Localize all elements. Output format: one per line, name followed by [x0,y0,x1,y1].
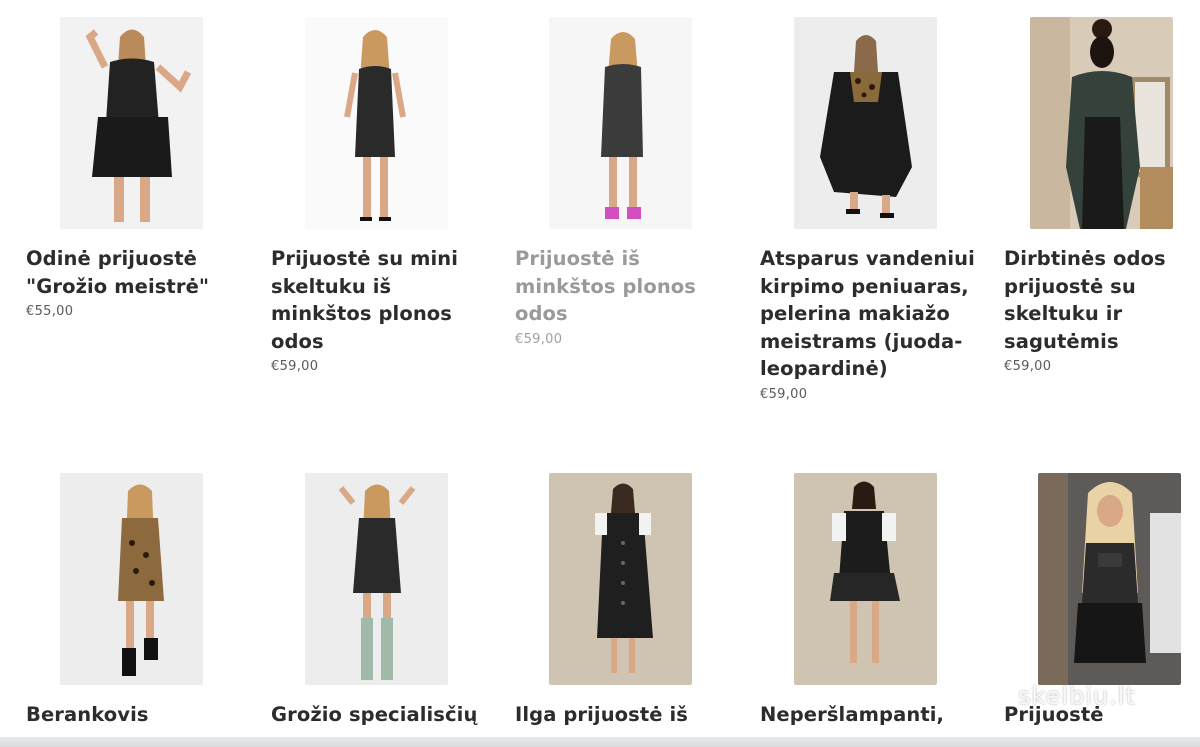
product-card[interactable]: Berankovis [26,473,246,729]
product-price: €55,00 [26,304,74,319]
product-title[interactable]: Prijuostė su mini skeltuku iš minkštos p… [271,245,486,355]
product-image[interactable] [1030,17,1173,229]
product-title[interactable]: Ilga prijuostė iš [515,701,730,729]
product-card[interactable]: Odinė prijuostė "Grožio meistrė" €55,00 [26,17,246,319]
product-card[interactable]: Prijuostė iš minkštos plonos odos €59,00 [515,17,735,347]
product-card[interactable]: Atsparus vandeniui kirpimo peniuaras, pe… [760,17,980,402]
product-price: €59,00 [515,331,563,347]
product-image[interactable] [549,17,692,229]
product-title[interactable]: Odinė prijuostė "Grožio meistrė" [26,245,241,300]
product-image[interactable] [60,473,203,685]
product-price: €59,00 [1004,359,1052,374]
product-price: €59,00 [271,359,319,374]
product-card[interactable]: Ilga prijuostė iš [515,473,735,729]
product-card[interactable]: Prijuostė su mini skeltuku iš minkštos p… [271,17,491,374]
product-title[interactable]: Dirbtinės odos prijuostė su skeltuku ir … [1004,245,1200,355]
product-image[interactable] [305,473,448,685]
bottom-scroll-edge [0,737,1200,747]
product-title[interactable]: Prijuostė iš minkštos plonos odos [515,245,730,328]
product-title[interactable]: Atsparus vandeniui kirpimo peniuaras, pe… [760,245,975,383]
product-image[interactable] [60,17,203,229]
product-image[interactable] [1038,473,1181,685]
product-image[interactable] [549,473,692,685]
product-image[interactable] [305,17,448,229]
product-card[interactable]: Grožio specialisčių [271,473,491,729]
watermark-logo: skelbiu.lt [1018,682,1136,710]
product-card[interactable]: Dirbtinės odos prijuostė su skeltuku ir … [1004,17,1200,374]
product-price: €59,00 [760,386,808,402]
product-title[interactable]: Grožio specialisčių [271,701,486,729]
product-card[interactable]: Neperšlampanti, [760,473,980,729]
product-title[interactable]: Berankovis [26,701,241,729]
product-title[interactable]: Neperšlampanti, [760,701,975,729]
product-image[interactable] [794,17,937,229]
product-image[interactable] [794,473,937,685]
